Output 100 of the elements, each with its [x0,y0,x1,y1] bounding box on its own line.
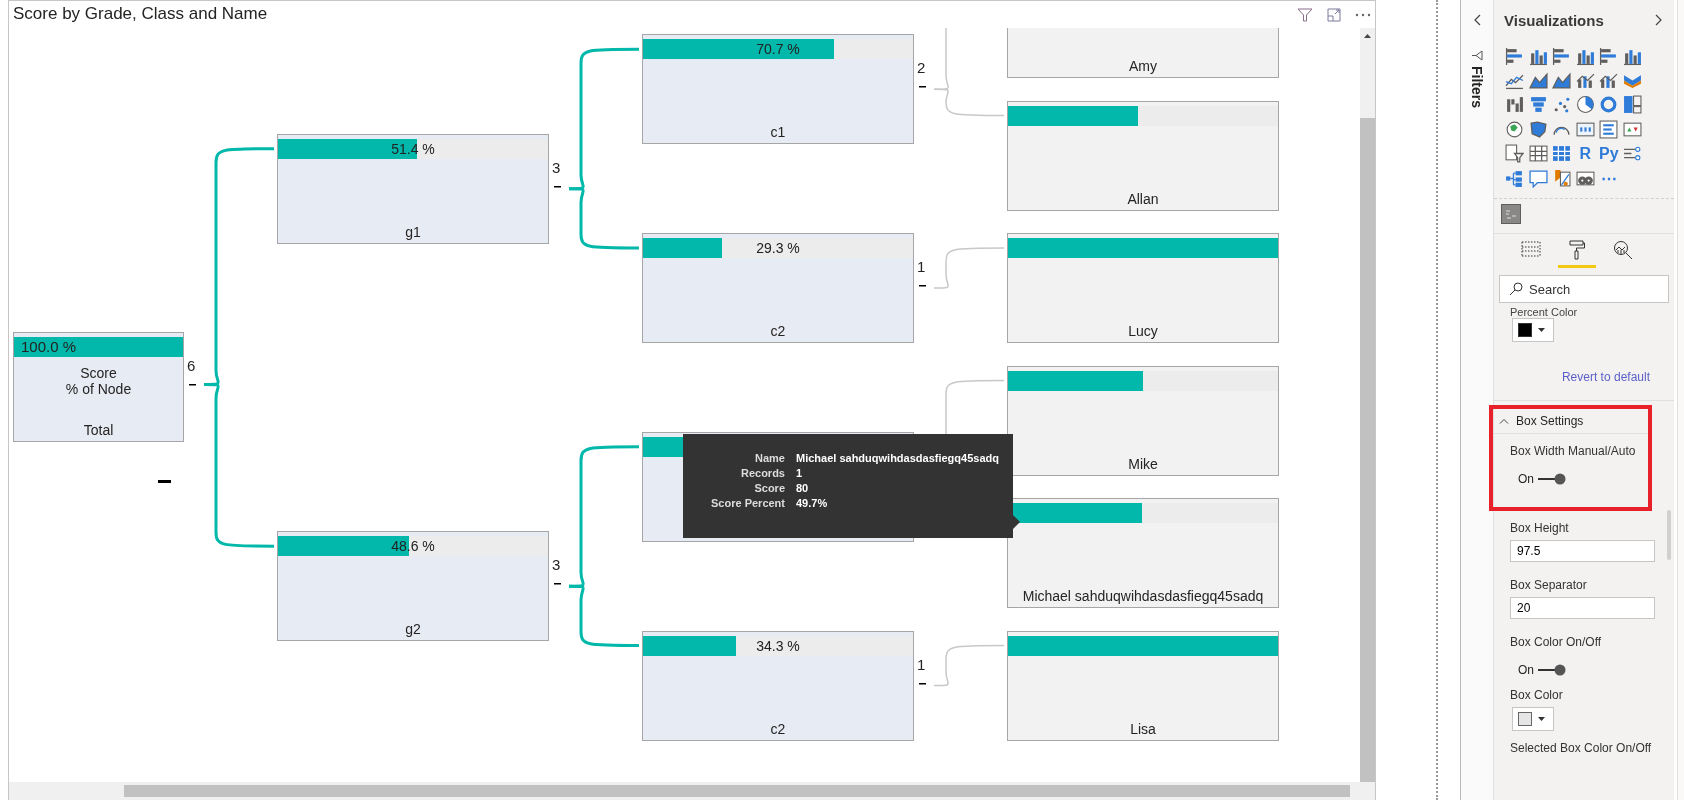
horizontal-scrollbar[interactable] [9,782,1375,800]
treemap-icon[interactable] [1622,95,1642,115]
scroll-up-icon[interactable] [1364,34,1371,38]
tooltip-value: 1 [796,467,804,479]
expand-pane-icon[interactable] [1655,14,1662,26]
percent-label: 29.3 % [755,239,801,258]
tooltip-label: Name [754,452,785,464]
number-input[interactable]: 20 [1510,597,1655,620]
color-picker[interactable] [1512,707,1554,732]
collapse-pane-icon[interactable] [1473,14,1481,26]
setting-label: Percent Color [1509,306,1579,319]
setting-label: Box Color [1510,688,1564,703]
scrollbar-thumb[interactable] [124,785,1350,797]
child-count: 6 [187,357,196,375]
combo-chart-icon[interactable] [1599,71,1619,91]
visual-type-button[interactable]: ⋯ [1600,168,1617,188]
toggle-switch[interactable] [1537,664,1567,677]
measure-label: % of Node [65,381,132,398]
node-box[interactable]: Michael sahduqwihdasdasfiegq45sadq [1007,498,1279,608]
pane-title: Visualizations [1504,11,1604,29]
node-box[interactable]: 34.3 % c2 [642,630,914,741]
color-picker[interactable] [1512,318,1554,343]
toggle-state-label: On [1518,472,1534,487]
filter-icon[interactable] [1471,50,1483,62]
bar-chart-icon[interactable] [1505,46,1525,66]
custom-visual-icon[interactable] [1552,168,1572,188]
waterfall-chart-icon[interactable] [1505,95,1525,115]
collapse-icon[interactable] [554,583,561,586]
scrollbar-thumb[interactable] [1667,510,1671,560]
toggle-switch[interactable] [1537,473,1567,486]
node-label: c2 [770,323,786,339]
caret-icon [1538,328,1545,333]
visual-type-button[interactable]: R [1579,144,1592,164]
combo-chart-icon[interactable] [1575,71,1595,91]
toggle-state-label: On [1518,663,1534,678]
paint-roller-icon [1569,240,1585,261]
collapse-icon[interactable] [919,682,926,685]
map-icon[interactable] [1528,119,1548,139]
child-count: 3 [552,556,561,574]
setting-label: Box Separator [1510,578,1588,593]
node-box[interactable]: Lisa [1007,630,1279,741]
node-box[interactable]: Allan [1007,100,1279,211]
number-input[interactable]: 97.5 [1510,540,1655,563]
revert-link[interactable]: Revert to default [1561,370,1650,385]
node-label: g1 [405,223,421,240]
measure-label: Score [80,365,117,382]
caret-icon [1538,717,1545,722]
slicer-icon[interactable] [1505,144,1525,164]
donut-chart-icon[interactable] [1599,95,1619,115]
pie-chart-icon[interactable] [1575,95,1595,115]
node-box[interactable]: Mike [1007,365,1279,476]
node-box[interactable]: Lucy [1007,233,1279,343]
bar-chart-icon[interactable] [1552,46,1572,66]
tooltip-label: Records [739,467,785,479]
fields-icon [1521,240,1541,259]
collapse-icon[interactable] [554,185,561,188]
table-icon[interactable] [1528,144,1548,164]
area-chart-icon[interactable] [1528,71,1548,91]
child-count: 1 [917,655,926,673]
percent-label: 34.3 % [755,636,801,656]
focus-mode-icon[interactable] [1327,7,1341,22]
filters-tab[interactable]: Filters [1469,66,1485,108]
node-label: c2 [770,720,786,737]
node-label: Mike [1128,455,1158,472]
speech-bubble-icon[interactable] [1528,168,1548,188]
node-label: Lisa [1130,720,1156,737]
search-field[interactable]: Search [1499,275,1669,304]
bar-chart-icon[interactable] [1599,46,1619,66]
more-options-icon[interactable] [1355,12,1371,17]
globe-icon[interactable] [1505,119,1525,139]
node-label: Michael sahduqwihdasdasfiegq45sadq [1022,588,1264,604]
search-icon [1509,282,1523,297]
multi-row-card-icon[interactable] [1599,119,1619,139]
funnel-chart-icon[interactable] [1528,95,1548,115]
collapse-icon[interactable] [189,384,196,387]
area-chart-icon[interactable] [1552,71,1572,91]
setting-label: Box Width Manual/Auto [1510,444,1637,459]
child-count: 1 [917,258,926,275]
scatter-chart-icon[interactable] [1552,95,1572,115]
matrix-icon[interactable] [1552,144,1572,164]
section-header[interactable]: Box Settings [1493,409,1648,435]
node-box[interactable]: Amy [1007,28,1279,78]
node-box[interactable]: 70.7 % c1 [642,34,914,145]
node-label: c1 [770,124,786,141]
tooltip-value: 49.7% [796,497,829,509]
node-label: Amy [1129,58,1157,74]
node-label: Lucy [1128,323,1158,339]
tooltip-label: Score [753,482,785,494]
setting-label: Box Color On/Off [1510,635,1603,650]
search-input[interactable]: Search [1529,281,1649,297]
node-label: Allan [1127,190,1159,207]
tooltip-value: Michael sahduqwihdasdasfiegq45sadq [796,452,1000,464]
decomposition-tree-icon[interactable] [1505,168,1525,188]
visual-type-button[interactable]: Py [1598,144,1619,164]
collapse-icon[interactable] [919,86,926,89]
node-box[interactable]: 29.3 % c2 [642,233,914,343]
node-label: g2 [405,621,421,638]
filter-icon[interactable] [1297,7,1313,22]
node-box[interactable]: 100.0 % Score % of Node Total [13,332,184,443]
custom-visual-icon[interactable] [1501,204,1521,225]
